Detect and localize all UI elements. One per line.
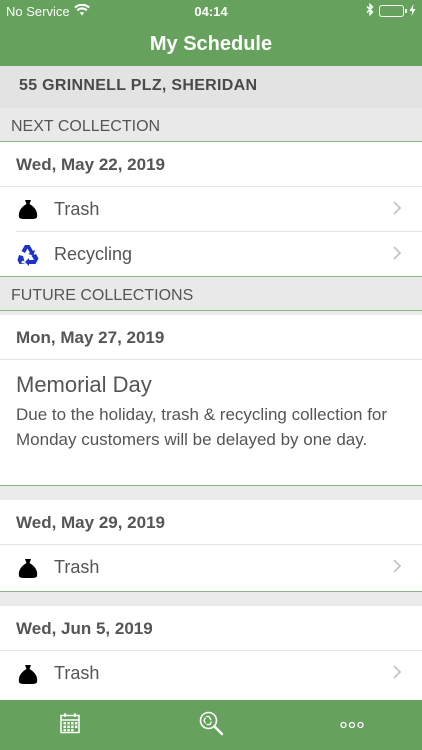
collection-item-label: Trash <box>54 663 100 683</box>
more-icon <box>339 716 364 734</box>
trash-bag-icon <box>16 197 40 221</box>
chevron-right-icon <box>392 558 402 579</box>
collection-date: Wed, May 22, 2019 <box>0 142 422 187</box>
tab-search[interactable] <box>181 700 241 750</box>
status-time: 04:14 <box>194 4 228 19</box>
collection-card: Wed, Jun 5, 2019 Trash <box>0 606 422 700</box>
collection-item-label: Recycling <box>54 244 133 264</box>
recycling-icon <box>16 243 40 267</box>
bluetooth-icon <box>366 2 374 19</box>
tab-schedule[interactable] <box>40 700 100 750</box>
collection-date: Mon, May 27, 2019 <box>0 315 422 360</box>
charging-icon <box>409 3 416 19</box>
collection-item-label: Trash <box>54 198 100 219</box>
collection-item-trash[interactable]: Trash <box>16 187 422 232</box>
search-recycle-icon <box>198 710 224 741</box>
page-title: My Schedule <box>149 33 273 55</box>
holiday-card: Mon, May 27, 2019 Memorial Day Due to th… <box>0 315 422 486</box>
section-header-next: NEXT COLLECTION <box>0 108 422 142</box>
status-bar: No Service 04:14 <box>0 0 422 22</box>
card-gap <box>0 486 422 500</box>
holiday-notice: Memorial Day Due to the holiday, trash &… <box>0 360 422 464</box>
collection-date: Wed, Jun 5, 2019 <box>0 606 422 651</box>
next-collection-card: Wed, May 22, 2019 Trash Recycling <box>0 142 422 277</box>
card-gap <box>0 592 422 606</box>
collection-date: Wed, May 29, 2019 <box>0 500 422 545</box>
chevron-right-icon <box>392 200 402 221</box>
collection-item-trash[interactable]: Trash <box>16 651 422 696</box>
nav-bar: My Schedule <box>0 22 422 66</box>
section-header-future: FUTURE COLLECTIONS <box>0 277 422 311</box>
collection-card: Wed, May 29, 2019 Trash <box>0 500 422 592</box>
collection-item-trash[interactable]: Trash <box>16 545 422 590</box>
collection-item-recycling[interactable]: Recycling <box>16 232 422 277</box>
holiday-title: Memorial Day <box>16 372 152 397</box>
address-bar: 55 GRINNELL PLZ, SHERIDAN <box>0 66 422 108</box>
battery-icon <box>379 5 407 17</box>
trash-bag-icon <box>16 556 40 580</box>
collection-item-label: Trash <box>54 557 100 577</box>
trash-bag-icon <box>16 662 40 686</box>
calendar-icon <box>59 712 81 739</box>
tab-bar <box>0 700 422 750</box>
chevron-right-icon <box>392 664 402 685</box>
tab-more[interactable] <box>322 700 382 750</box>
holiday-description: Due to the holiday, trash & recycling co… <box>16 405 388 449</box>
chevron-right-icon <box>392 245 402 266</box>
